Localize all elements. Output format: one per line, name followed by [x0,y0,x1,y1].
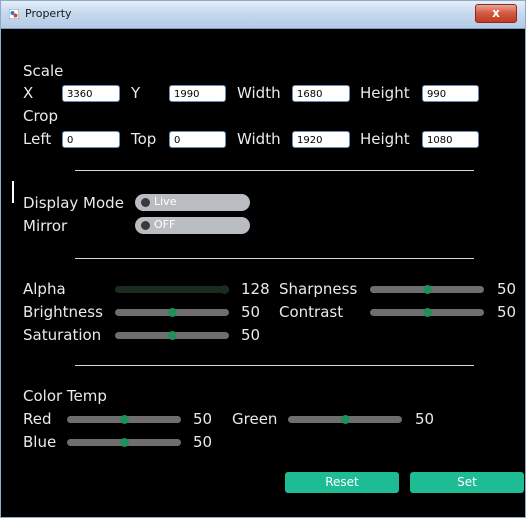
scale-y-input[interactable]: 1990 [169,85,226,102]
separator [75,365,474,366]
blue-value: 50 [193,433,213,451]
slider-thumb[interactable] [168,308,177,317]
blue-label: Blue [23,433,57,451]
contrast-slider[interactable] [370,308,484,317]
crop-width-label: Width [237,130,281,148]
separator [75,170,474,171]
red-label: Red [23,410,52,428]
scale-y-label: Y [131,84,141,102]
reset-button[interactable]: Reset [285,472,399,493]
app-icon [9,9,19,19]
scale-heading: Scale [23,62,64,80]
contrast-label: Contrast [279,303,344,321]
mirror-label: Mirror [23,217,68,235]
left-edge-marker [12,181,14,203]
slider-thumb[interactable] [220,285,229,294]
crop-left-input[interactable]: 0 [62,131,120,148]
slider-thumb[interactable] [168,331,177,340]
scale-x-label: X [23,84,34,102]
display-mode-label: Display Mode [23,194,124,212]
blue-slider[interactable] [67,438,181,447]
display-mode-toggle[interactable]: Live [135,194,250,211]
color-temp-heading: Color Temp [23,387,107,405]
mirror-value: OFF [154,218,176,231]
display-mode-value: Live [154,195,177,208]
scale-width-label: Width [237,84,281,102]
mirror-toggle[interactable]: OFF [135,217,250,234]
scale-width-input[interactable]: 1680 [292,85,350,102]
brightness-slider[interactable] [115,308,229,317]
scale-height-input[interactable]: 990 [422,85,479,102]
crop-height-input[interactable]: 1080 [422,131,479,148]
brightness-value: 50 [241,303,261,321]
green-label: Green [232,410,278,428]
alpha-value: 128 [241,280,270,298]
toggle-knob [141,221,150,230]
alpha-slider[interactable] [115,285,229,294]
red-value: 50 [193,410,213,428]
separator [75,258,474,259]
alpha-label: Alpha [23,280,66,298]
title-bar[interactable]: Property x [1,1,525,29]
crop-top-input[interactable]: 0 [169,131,226,148]
sharpness-value: 50 [497,280,517,298]
sharpness-label: Sharpness [279,280,358,298]
property-panel: Scale X 3360 Y 1990 Width 1680 Height 99… [11,29,525,517]
green-value: 50 [415,410,435,428]
slider-thumb[interactable] [423,308,432,317]
crop-height-label: Height [360,130,410,148]
close-button[interactable]: x [475,4,517,23]
green-slider[interactable] [288,415,402,424]
window-title: Property [25,7,72,20]
crop-width-input[interactable]: 1920 [292,131,350,148]
red-slider[interactable] [67,415,181,424]
crop-heading: Crop [23,107,59,125]
contrast-value: 50 [497,303,517,321]
slider-thumb[interactable] [120,438,129,447]
slider-thumb[interactable] [120,415,129,424]
brightness-label: Brightness [23,303,103,321]
saturation-slider[interactable] [115,331,229,340]
saturation-value: 50 [241,326,261,344]
set-button[interactable]: Set [410,472,524,493]
saturation-label: Saturation [23,326,102,344]
scale-x-input[interactable]: 3360 [62,85,120,102]
sharpness-slider[interactable] [370,285,484,294]
slider-thumb[interactable] [423,285,432,294]
scale-height-label: Height [360,84,410,102]
slider-thumb[interactable] [341,415,350,424]
crop-left-label: Left [23,130,52,148]
crop-top-label: Top [131,130,157,148]
toggle-knob [141,198,150,207]
property-window: Property x Scale X 3360 Y 1990 Width 168… [0,0,526,518]
